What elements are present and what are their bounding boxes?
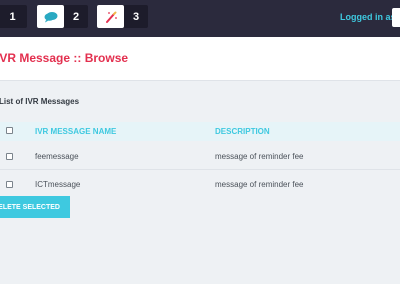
message-description: message of reminder fee <box>215 152 304 161</box>
messages-badge[interactable]: 2 <box>37 5 88 28</box>
message-name: ICTmessage <box>35 180 81 189</box>
top-bar: 1 2 3 Logged in as : <box>0 0 400 37</box>
logged-in-label: Logged in as : <box>340 12 400 22</box>
page-title: IVR Message :: Browse <box>0 51 129 65</box>
page-header: IVR Message :: Browse <box>0 37 400 81</box>
table-row: feemessage message of reminder fee <box>0 142 400 170</box>
delete-selected-button[interactable]: DELETE SELECTED <box>0 196 70 218</box>
user-menu-button[interactable] <box>392 8 400 27</box>
magic-wand-icon <box>97 5 124 28</box>
select-all-checkbox[interactable] <box>6 127 13 134</box>
tasks-badge[interactable]: 3 <box>97 5 148 28</box>
notification-badge-1[interactable]: 1 <box>0 5 27 28</box>
content-panel: List of IVR Messages IVR MESSAGE NAME DE… <box>0 82 400 284</box>
badge-count: 2 <box>72 10 80 23</box>
row-checkbox[interactable] <box>6 181 13 188</box>
message-description: message of reminder fee <box>215 180 304 189</box>
message-name: feemessage <box>35 152 79 161</box>
list-title: List of IVR Messages <box>0 97 80 106</box>
badge-count: 3 <box>132 10 140 23</box>
badge-count: 1 <box>9 10 16 23</box>
table-row: ICTmessage message of reminder fee <box>0 170 400 198</box>
table-header: IVR MESSAGE NAME DESCRIPTION <box>0 122 400 141</box>
row-checkbox[interactable] <box>6 153 13 160</box>
column-header-description[interactable]: DESCRIPTION <box>215 127 270 136</box>
comment-icon <box>37 5 64 28</box>
column-header-name[interactable]: IVR MESSAGE NAME <box>35 127 116 136</box>
